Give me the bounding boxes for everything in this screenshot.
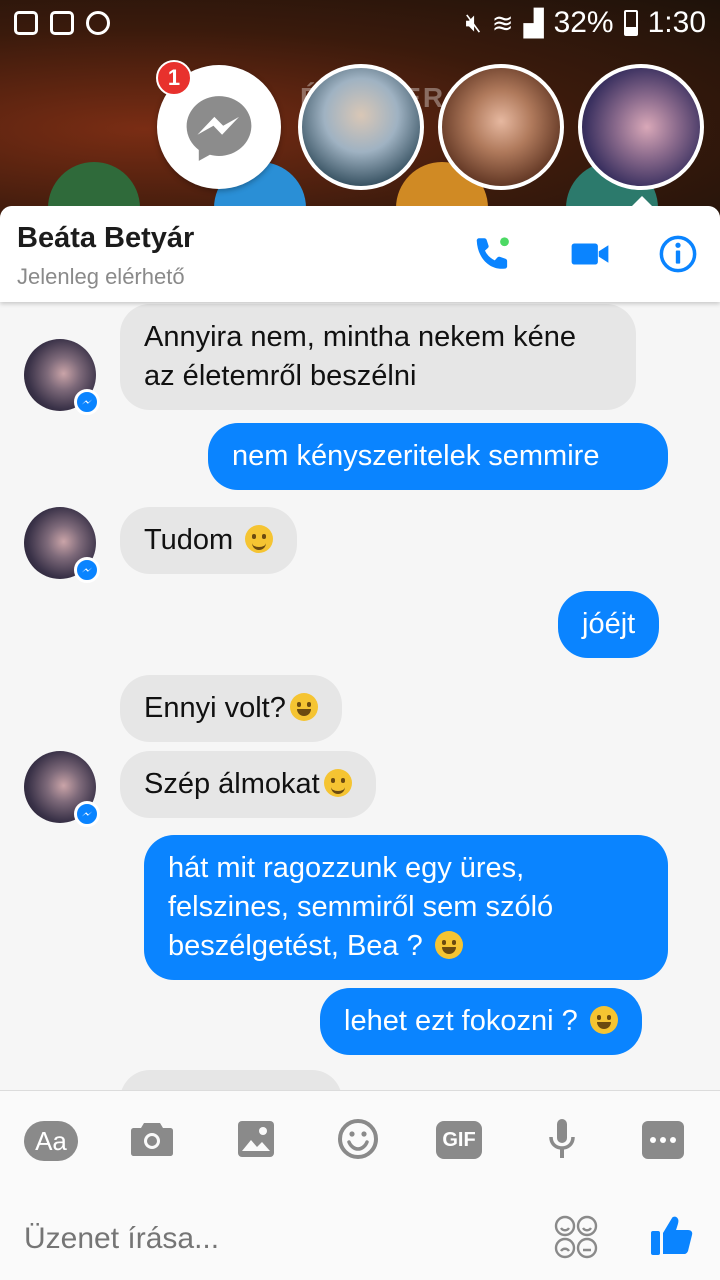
gif-button[interactable]: GIF [436,1121,482,1159]
active-head-pointer [628,196,656,210]
wifi-icon: ≋ [491,7,514,38]
chat-panel: Beáta Betyár Jelenleg elérhető Annyira n… [0,206,720,1280]
outgoing-message[interactable]: lehet ezt fokozni ? [320,988,642,1055]
camera-icon [131,1123,173,1156]
messenger-badge-icon [74,557,100,583]
contact-avatar[interactable] [24,507,100,583]
info-icon [659,235,697,273]
emoji-icon [338,1119,378,1159]
messenger-badge-icon [74,801,100,827]
more-icon [650,1137,656,1143]
signal-icon: ▟ [523,7,544,38]
chat-head-avatar[interactable] [438,64,564,190]
grin-emoji-icon [589,1006,618,1034]
video-icon [571,243,609,265]
gallery-icon [14,11,38,35]
blush-emoji-icon [323,769,352,797]
battery-icon [623,10,638,36]
text-format-button[interactable]: Aa [24,1121,78,1161]
contact-avatar[interactable] [24,339,100,415]
chat-head-avatar-active[interactable] [578,64,704,190]
image-icon [238,1121,274,1157]
battery-percent: 32% [553,6,614,39]
grin-emoji-icon [289,693,318,721]
message-input[interactable] [24,1217,524,1261]
emoji-button[interactable] [330,1117,386,1161]
sticker-icon[interactable] [554,1215,598,1259]
status-bar: 🔇︎ ≋ ▟ 32% 1:30 [0,0,720,46]
messenger-icon [186,96,252,161]
incoming-message[interactable]: Annyira nem, mintha nekem kéne az életem… [120,304,636,410]
chat-head-avatar[interactable] [298,64,424,190]
grin-emoji-icon [434,931,463,959]
voice-button[interactable] [534,1117,590,1161]
gallery-button[interactable] [228,1117,284,1161]
more-button[interactable] [642,1121,684,1159]
message-text: Tudom [144,524,234,556]
call-button[interactable] [472,232,516,276]
incoming-message[interactable]: Ennyi volt? [120,675,342,742]
outgoing-message[interactable]: hát mit ragozzunk egy üres, felszines, s… [144,835,668,980]
video-call-button[interactable] [568,232,612,276]
incoming-message[interactable]: Szép álmokat [120,751,376,818]
message-text: lehet ezt fokozni ? [344,1005,578,1037]
message-text: hát mit ragozzunk egy üres, felszines, s… [168,852,554,962]
call-icon [476,237,509,269]
incoming-message[interactable]: Tudom [120,507,298,574]
screen: ÉSE-Z ER 🔇︎ ≋ ▟ 32% 1:30 1 [0,0,720,1280]
mute-icon: 🔇︎ [465,7,482,37]
chat-header: Beáta Betyár Jelenleg elérhető [0,206,720,302]
smile-emoji-icon [245,525,274,553]
instagram-icon [50,11,74,35]
message-text: Ennyi volt? [144,692,286,724]
composer: Aa GIF [0,1090,720,1280]
contact-name[interactable]: Beáta Betyár [17,222,194,255]
camera-button[interactable] [124,1117,180,1161]
outgoing-message[interactable]: nem kényszeritelek semmire [208,423,668,490]
info-button[interactable] [656,232,700,276]
like-icon[interactable] [648,1211,696,1259]
music-icon [86,11,110,35]
unread-badge: 1 [156,60,192,96]
message-list[interactable]: Annyira nem, mintha nekem kéne az életem… [0,302,720,1090]
messenger-badge-icon [74,389,100,415]
incoming-message-partial[interactable] [120,1070,342,1090]
clock: 1:30 [647,6,706,39]
mic-icon [549,1119,575,1158]
message-text: Szép álmokat [144,768,320,800]
contact-status: Jelenleg elérhető [17,264,185,289]
contact-avatar[interactable] [24,751,100,827]
outgoing-message[interactable]: jóéjt [558,591,660,658]
